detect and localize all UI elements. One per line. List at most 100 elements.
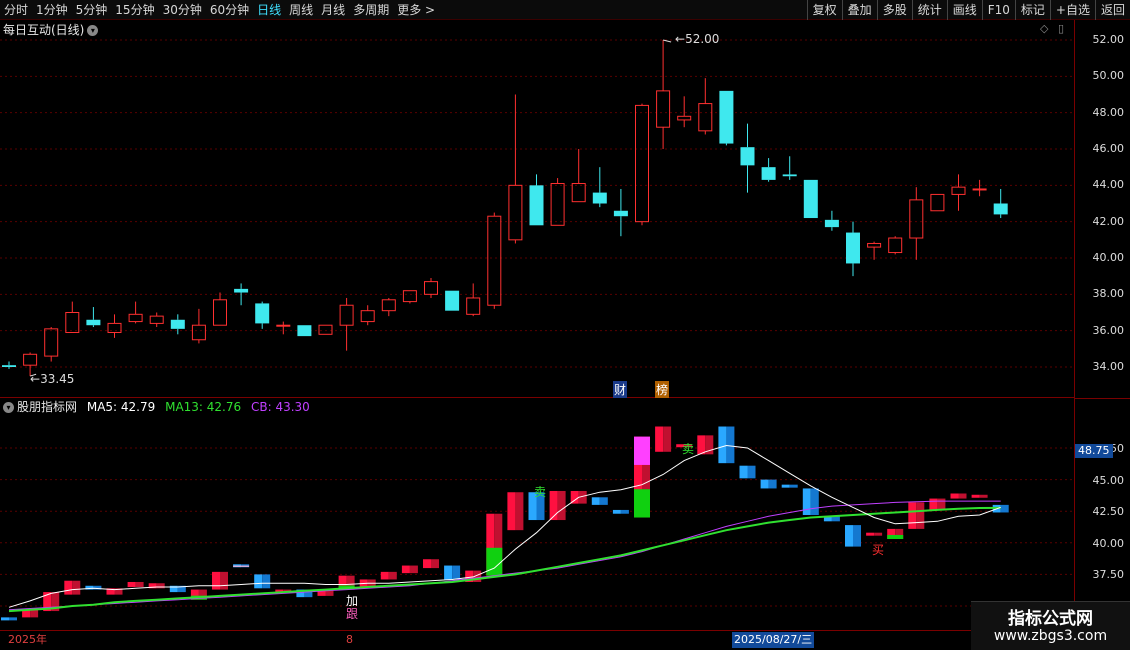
indicator-block	[916, 502, 925, 529]
candle-body	[993, 203, 1008, 215]
axis-tick-label: 42.00	[1092, 214, 1125, 228]
buy-signal: 买	[872, 543, 885, 557]
candle-body	[867, 242, 882, 248]
candle-body	[656, 90, 671, 128]
indicator-block	[874, 532, 883, 536]
axis-tick-label: 40.00	[1092, 251, 1125, 264]
indicator-block	[971, 494, 980, 498]
indicator-block	[127, 581, 136, 588]
axis-tick-label: 48.00	[1092, 105, 1125, 119]
axis-tick-label: 40.00	[1092, 536, 1125, 550]
indicator-highlight	[233, 565, 250, 567]
indicator-block	[156, 583, 165, 589]
indicator-block	[591, 497, 600, 505]
indicator-axis: 47.5045.0042.5040.0037.5035.00	[1074, 398, 1130, 630]
candle-body	[930, 193, 945, 212]
sell-signal: 卖	[682, 442, 695, 456]
indicator-highlight	[634, 436, 650, 465]
candle-body	[846, 232, 860, 264]
candle-body	[719, 90, 734, 144]
indicator-block	[718, 426, 727, 464]
candle-body	[191, 324, 206, 341]
candle-body	[909, 199, 924, 239]
candle-body	[213, 299, 227, 326]
indicator-block	[929, 498, 938, 510]
candle-body	[508, 184, 523, 241]
indicator-block	[697, 435, 706, 455]
indicator-block	[612, 509, 621, 514]
current-value-badge: 48.75	[1075, 444, 1113, 458]
candle-body	[951, 186, 966, 195]
indicator-block	[979, 494, 988, 498]
indicator-block	[760, 479, 769, 489]
indicator-block	[958, 493, 967, 499]
candle-body	[23, 353, 38, 366]
indicator-block	[9, 617, 17, 621]
candle-body	[128, 313, 143, 323]
axis-tick-label: 37.50	[1092, 568, 1125, 582]
candle-body	[424, 281, 438, 295]
rank-badge[interactable]: 榜	[655, 381, 670, 398]
indicator-block	[937, 498, 946, 510]
axis-tick-label: 34.00	[1092, 360, 1125, 373]
axis-tick-label: 52.00	[1092, 33, 1125, 46]
indicator-block	[810, 488, 819, 515]
candle-body	[466, 297, 481, 315]
tool-button[interactable]: 返回	[1094, 0, 1130, 20]
sell-signal: 卖	[534, 485, 547, 499]
indicator-block	[388, 571, 397, 580]
kline-chart[interactable]	[0, 0, 1074, 630]
candle-body	[529, 185, 544, 226]
axis-tick-label: 42.50	[1092, 505, 1125, 519]
date-axis: 2025年 8 2025/08/27/三	[0, 630, 1130, 650]
axis-tick-label: 46.00	[1092, 142, 1125, 155]
indicator-block	[431, 559, 439, 569]
indicator-block	[747, 465, 756, 479]
indicator-block	[726, 426, 735, 464]
month-tick: 8	[346, 633, 353, 646]
indicator-block	[409, 565, 418, 574]
candle-body	[487, 215, 502, 306]
indicator-block	[620, 509, 629, 514]
candle-body	[276, 324, 291, 327]
candle-body	[698, 103, 713, 132]
candle-body	[677, 115, 692, 121]
indicator-highlight	[887, 534, 904, 540]
indicator-block	[739, 465, 748, 479]
indicator-block	[866, 532, 875, 536]
low-price-label: ←33.45	[30, 372, 75, 386]
candle-body	[761, 167, 776, 180]
indicator-block	[452, 565, 461, 580]
axis-tick-label: 38.00	[1092, 287, 1125, 301]
candle-body	[170, 319, 185, 329]
candle-body	[613, 210, 628, 217]
candle-body	[234, 288, 249, 293]
candle-body	[571, 183, 586, 203]
candle-body	[149, 315, 164, 324]
indicator-block	[220, 571, 228, 590]
indicator-block	[845, 525, 853, 547]
indicator-block	[781, 484, 790, 488]
candle-body	[972, 188, 987, 191]
axis-tick-label: 45.00	[1092, 473, 1125, 487]
candle-body	[339, 304, 354, 326]
indicator-block	[768, 479, 777, 489]
finance-badge[interactable]: 财	[613, 381, 628, 398]
indicator-block	[1000, 504, 1009, 513]
candle-body	[592, 192, 607, 204]
indicator-block	[1, 617, 9, 621]
indicator-block	[507, 492, 516, 531]
candle-body	[2, 365, 16, 367]
indicator-block	[254, 574, 263, 589]
candle-body	[44, 328, 59, 357]
watermark-url: www.zbgs3.com	[993, 628, 1108, 644]
indicator-block	[401, 565, 410, 574]
candle-body	[381, 299, 396, 312]
indicator-block	[30, 609, 39, 618]
candle-body	[550, 183, 565, 226]
candle-body	[782, 174, 797, 177]
ma13-line	[8, 506, 1001, 613]
indicator-block	[599, 497, 608, 505]
candle-body	[65, 312, 80, 333]
cb-line	[8, 500, 1001, 611]
